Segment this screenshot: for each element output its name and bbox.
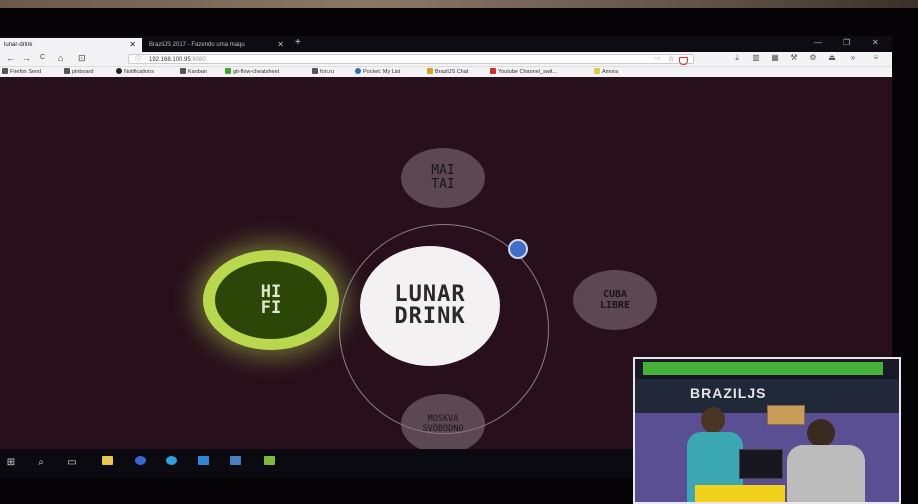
bookmark-label: Notifications xyxy=(124,69,154,75)
bookmark-label: git-flow-cheatsheet xyxy=(233,69,280,75)
folder-icon xyxy=(594,68,600,74)
page-actions-icon[interactable]: ··· xyxy=(654,54,661,64)
maximize-icon[interactable]: ❐ xyxy=(843,38,850,47)
bookmark-label: Pocket: My List xyxy=(363,69,401,75)
tab-title: BrazilJS 2017 - Fazendo uma maqu xyxy=(149,42,245,48)
bookmark-item[interactable]: Amora xyxy=(594,68,618,75)
bookmark-star-icon[interactable]: ☆ xyxy=(668,54,675,64)
extensions-icon[interactable]: ▦ xyxy=(771,54,779,62)
url-bar[interactable]: ⓘ 192.168.100.95:8080 ··· ☆ xyxy=(128,54,694,65)
bookmark-item[interactable]: fon.ru xyxy=(312,68,334,75)
new-tab-button[interactable]: + xyxy=(295,37,301,48)
assistant-person xyxy=(785,419,865,502)
close-window-icon[interactable]: ✕ xyxy=(872,38,879,47)
bookmark-label: Kanban xyxy=(188,69,207,75)
wrench-icon[interactable]: ⚒ xyxy=(790,54,798,62)
overflow-icon[interactable]: » xyxy=(849,54,857,62)
tab-lunar-drink[interactable]: lunar-drink ✕ xyxy=(0,38,142,52)
bookmark-item[interactable]: Notifications xyxy=(116,68,154,75)
drink-option-cuba-libre[interactable]: CUBA LIBRE xyxy=(573,270,657,330)
search-icon[interactable]: ⌕ xyxy=(34,456,48,470)
vscode-icon[interactable] xyxy=(196,456,210,470)
bookmark-label: Amora xyxy=(602,69,619,75)
windows-icon[interactable]: ⊞ xyxy=(4,456,18,470)
reload-icon[interactable]: C xyxy=(40,54,45,61)
bookmark-item[interactable]: Youtube Channel_swit... xyxy=(490,68,557,75)
sidebar-icon[interactable]: ⊡ xyxy=(78,53,86,64)
home-icon[interactable]: ⌂ xyxy=(58,53,63,63)
speaker-webcam: BRAZILJS xyxy=(633,357,901,504)
drink-option-hifi[interactable]: HI FI xyxy=(215,261,327,339)
bookmark-item[interactable]: Firefox Send xyxy=(2,68,41,75)
url-port: :8080 xyxy=(190,57,206,63)
bookmark-label: Firefox Send xyxy=(10,69,42,75)
url-host: 192.168.100.95 xyxy=(149,57,191,63)
pocket-icon xyxy=(355,68,361,74)
pocket-icon[interactable] xyxy=(679,57,688,65)
library-icon[interactable]: ▥ xyxy=(752,54,760,62)
cam-green-stripe xyxy=(643,362,883,375)
bookmark-item[interactable]: Kanban xyxy=(180,68,207,75)
forward-icon[interactable]: → xyxy=(22,53,31,63)
back-icon[interactable]: ← xyxy=(6,53,15,63)
selected-drink-label: HI FI xyxy=(260,282,282,318)
youtube-icon xyxy=(490,68,496,74)
bookmark-item[interactable]: git-flow-cheatsheet xyxy=(225,68,279,75)
bookmark-label: fon.ru xyxy=(320,69,335,75)
drink-label: CUBA LIBRE xyxy=(599,289,631,311)
app-icon[interactable] xyxy=(228,456,242,470)
bookmark-item[interactable]: pinboard xyxy=(64,68,93,75)
drink-option-mai-tai[interactable]: MAI TAI xyxy=(401,148,485,208)
assistant-head xyxy=(807,419,835,447)
tab-bar: lunar-drink ✕ BrazilJS 2017 - Fazendo um… xyxy=(0,36,892,52)
navigation-bar: ← → C ⌂ ⊡ ⓘ 192.168.100.95:8080 ··· ☆ ⤓ … xyxy=(0,52,892,67)
file-explorer-icon[interactable] xyxy=(100,456,114,470)
git-icon xyxy=(225,68,231,74)
cam-yellow-panel xyxy=(695,485,785,502)
close-tab-icon[interactable]: ✕ xyxy=(277,38,284,52)
center-logo: LUNAR DRINK xyxy=(360,246,500,366)
firefox-icon[interactable] xyxy=(133,456,147,470)
globe-icon xyxy=(312,68,318,74)
terminal-icon[interactable] xyxy=(262,456,276,470)
menu-icon[interactable]: ≡ xyxy=(872,54,880,62)
speaker-head xyxy=(701,407,725,433)
app-title: LUNAR DRINK xyxy=(394,282,466,329)
chat-icon xyxy=(427,68,433,74)
bookmarks-bar: Firefox Send pinboard Notifications Kanb… xyxy=(0,67,892,77)
task-view-icon[interactable]: ▭ xyxy=(65,456,79,470)
globe-icon xyxy=(64,68,70,74)
bookmark-label: Youtube Channel_swit... xyxy=(498,69,558,75)
github-icon xyxy=(116,68,122,74)
bookmark-icon[interactable]: ⏏ xyxy=(828,54,836,62)
bookmark-item[interactable]: Pocket: My List xyxy=(355,68,400,75)
send-icon xyxy=(2,68,8,74)
bookmark-label: BrazilJS Chat xyxy=(435,69,469,75)
tab-title: lunar-drink xyxy=(4,42,33,48)
minimize-icon[interactable]: — xyxy=(814,38,822,47)
tab-braziljs[interactable]: BrazilJS 2017 - Fazendo uma maqu ✕ xyxy=(145,38,290,52)
drink-label: MAI TAI xyxy=(431,163,455,192)
close-tab-icon[interactable]: ✕ xyxy=(129,38,136,52)
gear-icon[interactable]: ⚙ xyxy=(809,54,817,62)
stage-background xyxy=(0,0,918,8)
laptop xyxy=(739,449,783,479)
globe-icon xyxy=(180,68,186,74)
info-icon[interactable]: ⓘ xyxy=(135,55,141,65)
assistant-body xyxy=(787,445,865,502)
cam-banner-text: BRAZILJS xyxy=(690,385,767,401)
download-icon[interactable]: ⤓ xyxy=(733,54,741,62)
bookmark-item[interactable]: BrazilJS Chat xyxy=(427,68,468,75)
telegram-icon[interactable] xyxy=(164,456,178,470)
orbit-indicator[interactable] xyxy=(508,239,528,259)
bookmark-label: pinboard xyxy=(72,69,94,75)
